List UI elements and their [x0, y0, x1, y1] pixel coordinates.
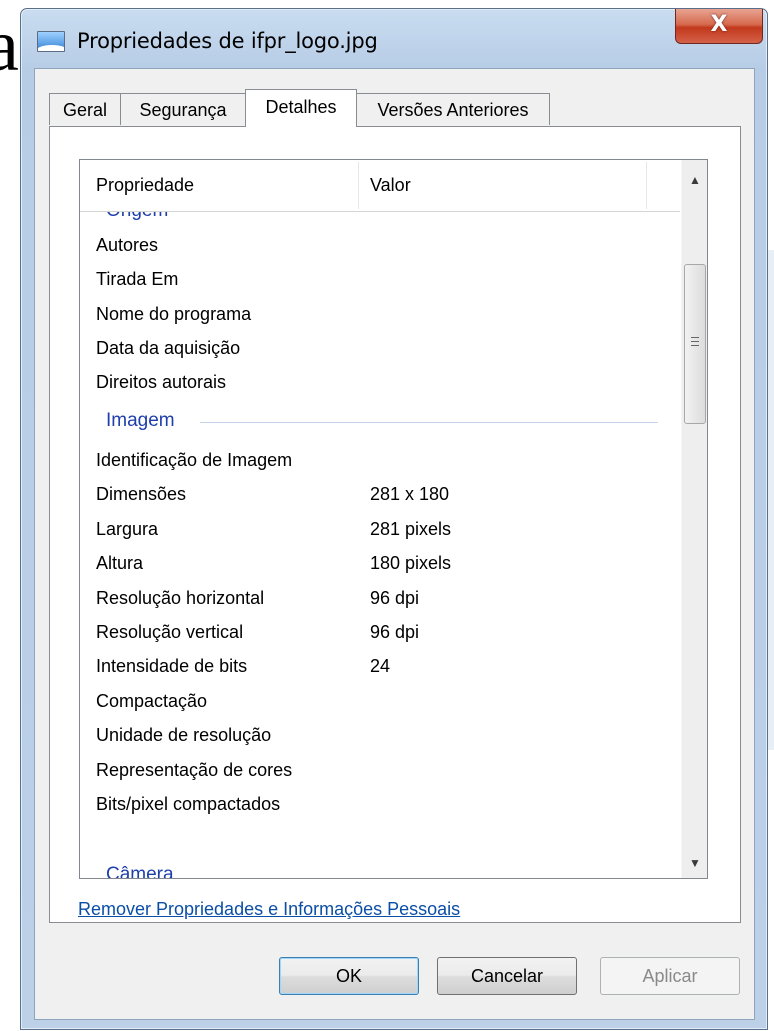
- list-rows: Origem Autores Tirada Em Nome do program…: [80, 212, 680, 878]
- tab-detalhes[interactable]: Detalhes: [245, 89, 357, 127]
- list-header: Propriedade Valor: [80, 160, 680, 212]
- list-item[interactable]: Altura 180 pixels: [80, 546, 680, 580]
- list-item[interactable]: Bits/pixel compactados: [80, 787, 680, 821]
- dialog-client-area: Geral Segurança Detalhes Versões Anterio…: [34, 68, 755, 1020]
- list-item[interactable]: Resolução vertical 96 dpi: [80, 615, 680, 649]
- list-item[interactable]: Largura 281 pixels: [80, 512, 680, 546]
- group-header-camera: Câmera: [80, 842, 680, 878]
- column-divider[interactable]: [646, 162, 647, 209]
- title-bar[interactable]: Propriedades de ifpr_logo.jpg X: [21, 9, 767, 69]
- window-title: Propriedades de ifpr_logo.jpg: [77, 29, 378, 53]
- scroll-up-arrow-icon[interactable]: ▲: [682, 165, 707, 195]
- tab-geral[interactable]: Geral: [49, 93, 121, 125]
- column-divider[interactable]: [358, 162, 359, 209]
- grip-icon: [691, 337, 699, 349]
- column-header-value[interactable]: Valor: [370, 160, 411, 211]
- tab-seguranca[interactable]: Segurança: [120, 93, 246, 125]
- list-item[interactable]: Nome do programa: [80, 297, 680, 331]
- list-item[interactable]: Unidade de resolução: [80, 718, 680, 752]
- list-item[interactable]: Representação de cores: [80, 753, 680, 787]
- property-list[interactable]: Propriedade Valor Origem Autores Tirada …: [79, 159, 708, 879]
- list-item[interactable]: Autores: [80, 228, 680, 262]
- cancel-button[interactable]: Cancelar: [437, 957, 577, 995]
- scroll-down-arrow-icon[interactable]: ▼: [682, 848, 707, 878]
- scrollbar-thumb[interactable]: [684, 264, 706, 424]
- tab-versoes-anteriores[interactable]: Versões Anteriores: [356, 93, 550, 125]
- list-item[interactable]: Dimensões 281 x 180: [80, 477, 680, 511]
- ok-button[interactable]: OK: [279, 957, 419, 995]
- list-item[interactable]: Tirada Em: [80, 262, 680, 296]
- group-divider: [200, 422, 658, 423]
- remove-properties-link[interactable]: Remover Propriedades e Informações Pesso…: [78, 899, 460, 920]
- list-item[interactable]: Intensidade de bits 24: [80, 649, 680, 683]
- list-item[interactable]: Compactação: [80, 684, 680, 718]
- list-item[interactable]: Resolução horizontal 96 dpi: [80, 581, 680, 615]
- details-panel: Propriedade Valor Origem Autores Tirada …: [49, 126, 741, 923]
- vertical-scrollbar[interactable]: ▲ ▼: [681, 160, 707, 878]
- list-item[interactable]: Data da aquisição: [80, 331, 680, 365]
- apply-button[interactable]: Aplicar: [600, 957, 740, 995]
- close-button[interactable]: X: [675, 9, 763, 44]
- column-header-property[interactable]: Propriedade: [96, 160, 194, 211]
- image-file-icon: [37, 31, 65, 52]
- properties-dialog: Propriedades de ifpr_logo.jpg X Geral Se…: [20, 8, 768, 1030]
- group-header-imagem: Imagem: [80, 404, 680, 438]
- list-item[interactable]: Identificação de Imagem: [80, 443, 680, 477]
- list-item[interactable]: Direitos autorais: [80, 365, 680, 399]
